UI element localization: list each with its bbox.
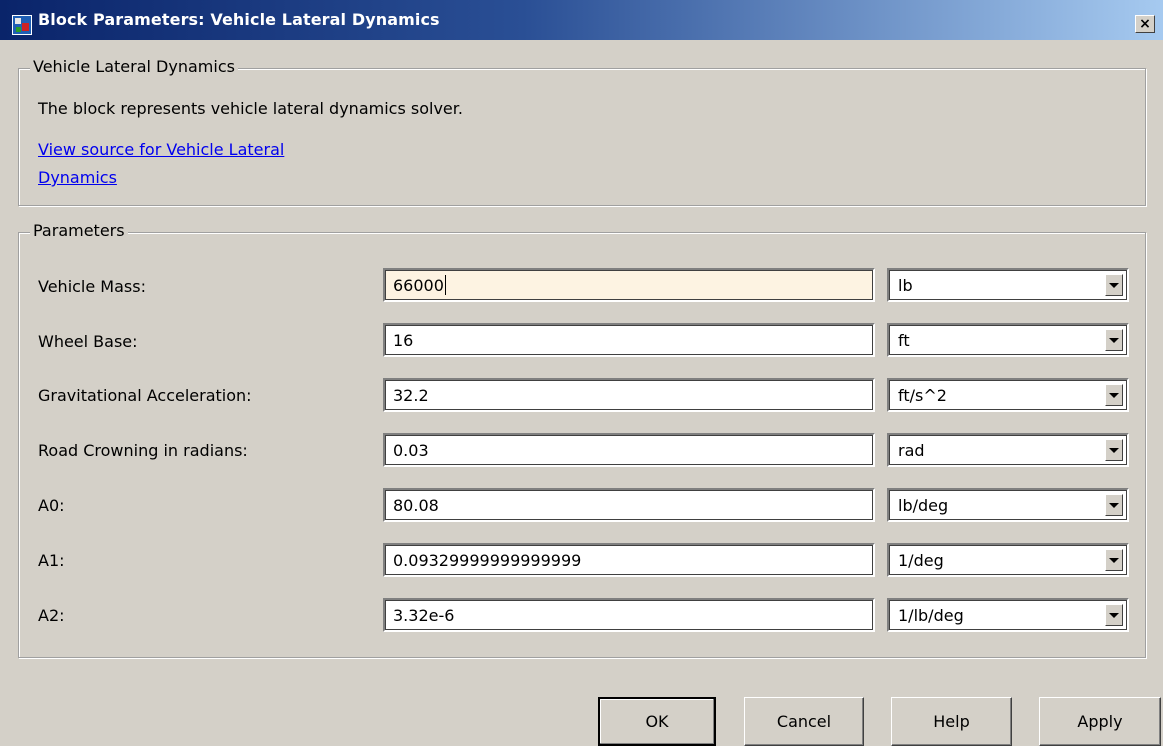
description-group [18, 68, 1146, 206]
gravitational-acceleration-unit-select[interactable]: ft/s^2 [887, 378, 1129, 412]
description-group-legend: Vehicle Lateral Dynamics [30, 57, 238, 76]
window-title: Block Parameters: Vehicle Lateral Dynami… [38, 10, 440, 29]
wheel-base-input[interactable]: 16 [383, 323, 875, 357]
apply-button[interactable]: Apply [1039, 697, 1161, 746]
a1-unit-select[interactable]: 1/deg [887, 543, 1129, 577]
cancel-button[interactable]: Cancel [744, 697, 864, 746]
vehicle-mass-input[interactable]: 66000 [383, 268, 875, 302]
road-crowning-unit-select[interactable]: rad [887, 433, 1129, 467]
vehicle-mass-value: 66000 [393, 275, 444, 295]
a2-value: 3.32e-6 [393, 605, 455, 625]
road-crowning-input[interactable]: 0.03 [383, 433, 875, 467]
parameters-group-legend: Parameters [30, 221, 128, 240]
a1-unit: 1/deg [898, 551, 944, 570]
road-crowning-value: 0.03 [393, 440, 429, 460]
block-description: The block represents vehicle lateral dyn… [38, 99, 463, 118]
ok-button[interactable]: OK [598, 697, 716, 746]
a1-value: 0.09329999999999999 [393, 550, 582, 570]
a0-unit: lb/deg [898, 496, 949, 515]
dropdown-arrow-icon[interactable] [1105, 439, 1123, 461]
gravitational-acceleration-value: 32.2 [393, 385, 429, 405]
vehicle-mass-unit-select[interactable]: lb [887, 268, 1129, 302]
gravitational-acceleration-input[interactable]: 32.2 [383, 378, 875, 412]
a2-input[interactable]: 3.32e-6 [383, 598, 875, 632]
dropdown-arrow-icon[interactable] [1105, 494, 1123, 516]
vehicle-mass-unit: lb [898, 276, 913, 295]
a2-unit: 1/lb/deg [898, 606, 964, 625]
a2-label: A2: [38, 606, 65, 625]
a2-unit-select[interactable]: 1/lb/deg [887, 598, 1129, 632]
wheel-base-unit-select[interactable]: ft [887, 323, 1129, 357]
close-icon: × [1139, 16, 1151, 32]
a1-label: A1: [38, 551, 65, 570]
a0-label: A0: [38, 496, 65, 515]
vehicle-mass-label: Vehicle Mass: [38, 277, 146, 296]
view-source-link-continued[interactable]: Dynamics [38, 168, 117, 187]
help-button[interactable]: Help [891, 697, 1012, 746]
a0-value: 80.08 [393, 495, 439, 515]
simulink-block-icon [12, 15, 32, 35]
gravitational-acceleration-unit: ft/s^2 [898, 386, 947, 405]
dropdown-arrow-icon[interactable] [1105, 274, 1123, 296]
dropdown-arrow-icon[interactable] [1105, 604, 1123, 626]
a0-unit-select[interactable]: lb/deg [887, 488, 1129, 522]
block-parameters-dialog: Block Parameters: Vehicle Lateral Dynami… [0, 0, 1163, 746]
wheel-base-value: 16 [393, 330, 414, 350]
wheel-base-label: Wheel Base: [38, 332, 138, 351]
close-button[interactable]: × [1135, 15, 1155, 33]
text-caret [444, 275, 446, 295]
dropdown-arrow-icon[interactable] [1105, 549, 1123, 571]
dropdown-arrow-icon[interactable] [1105, 329, 1123, 351]
gravitational-acceleration-label: Gravitational Acceleration: [38, 386, 252, 405]
road-crowning-unit: rad [898, 441, 925, 460]
wheel-base-unit: ft [898, 331, 910, 350]
a0-input[interactable]: 80.08 [383, 488, 875, 522]
title-bar[interactable]: Block Parameters: Vehicle Lateral Dynami… [0, 0, 1163, 42]
dropdown-arrow-icon[interactable] [1105, 384, 1123, 406]
road-crowning-label: Road Crowning in radians: [38, 441, 248, 460]
view-source-link[interactable]: View source for Vehicle Lateral [38, 140, 284, 159]
a1-input[interactable]: 0.09329999999999999 [383, 543, 875, 577]
